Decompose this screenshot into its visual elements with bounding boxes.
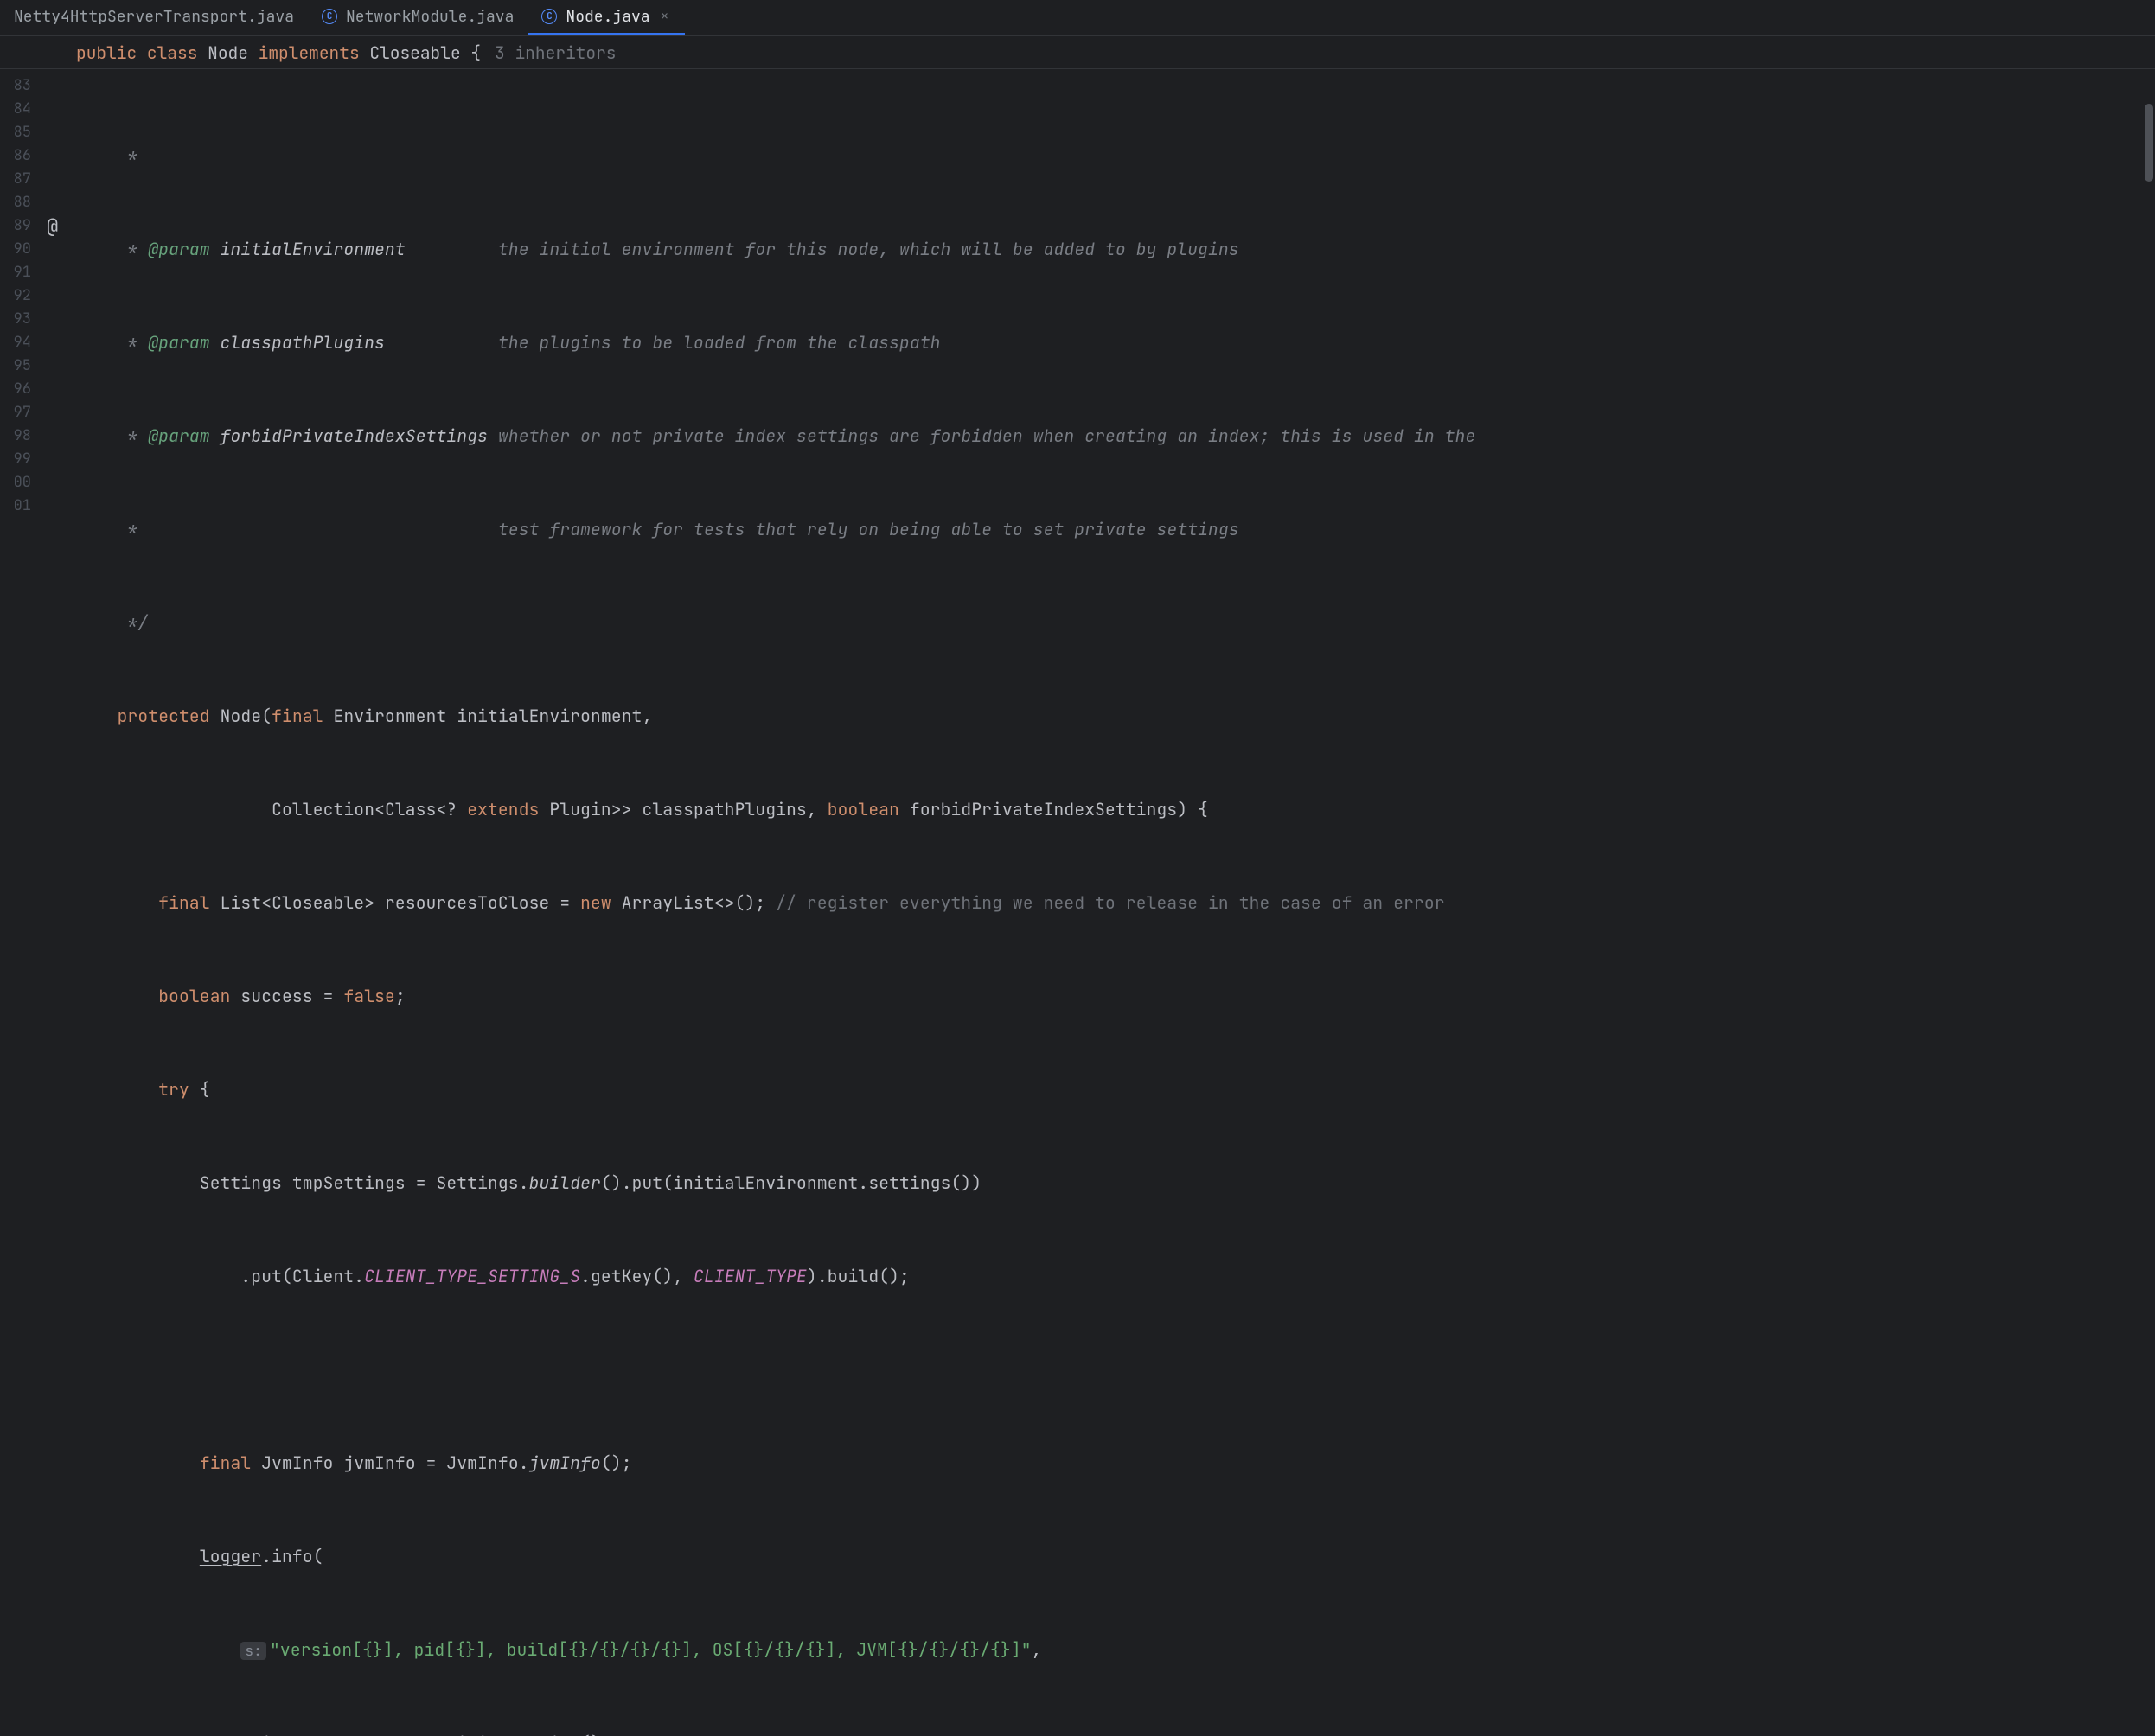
code-line: boolean success = false; xyxy=(76,985,2155,1008)
tab-label: Node.java xyxy=(566,7,649,27)
code-line: * xyxy=(76,144,2155,168)
line-number: 84 xyxy=(0,98,31,121)
line-number: 88 xyxy=(0,191,31,214)
close-icon[interactable]: ✕ xyxy=(659,10,671,22)
line-number: 85 xyxy=(0,121,31,144)
line-number: 98 xyxy=(0,424,31,448)
code-line: */ xyxy=(76,611,2155,635)
tab-label: NetworkModule.java xyxy=(346,7,514,27)
iface-name: Closeable xyxy=(369,41,460,64)
line-number: 90 xyxy=(0,238,31,261)
editor[interactable]: 83848586878889909192939495969798990001 @… xyxy=(0,69,2155,868)
line-number: 96 xyxy=(0,378,31,401)
gutter-icons: @ xyxy=(42,69,76,868)
tab-node[interactable]: C Node.java ✕ xyxy=(528,0,684,35)
tab-bar: Netty4HttpServerTransport.java C Network… xyxy=(0,0,2155,36)
breadcrumb: public class Node implements Closeable {… xyxy=(0,36,2155,69)
line-number: 94 xyxy=(0,331,31,354)
code-line: final JvmInfo jvmInfo = JvmInfo.jvmInfo(… xyxy=(76,1452,2155,1475)
line-number: 87 xyxy=(0,168,31,191)
line-number: 95 xyxy=(0,354,31,378)
code-line: * test framework for tests that rely on … xyxy=(76,518,2155,541)
param-hint: s: xyxy=(240,1642,266,1660)
line-number: 89 xyxy=(0,214,31,238)
code-line: final List<Closeable> resourcesToClose =… xyxy=(76,891,2155,915)
class-name: Node xyxy=(208,41,248,64)
tab-netty[interactable]: Netty4HttpServerTransport.java xyxy=(0,0,308,35)
code-line: .put(Client.CLIENT_TYPE_SETTING_S.getKey… xyxy=(76,1265,2155,1288)
code-line: * @param initialEnvironment the initial … xyxy=(76,238,2155,261)
line-number: 99 xyxy=(0,448,31,471)
brace: { xyxy=(470,41,481,64)
class-icon: C xyxy=(541,9,557,24)
gutter: 83848586878889909192939495969798990001 xyxy=(0,69,42,868)
code-line: s:"version[{}], pid[{}], build[{}/{}/{}/… xyxy=(76,1638,2155,1662)
line-number: 83 xyxy=(0,74,31,98)
code-line: * @param forbidPrivateIndexSettings whet… xyxy=(76,424,2155,448)
code-area[interactable]: * * @param initialEnvironment the initia… xyxy=(76,69,2155,868)
code-line: Collection<Class<? extends Plugin>> clas… xyxy=(76,798,2155,821)
code-line: protected Node(final Environment initial… xyxy=(76,705,2155,728)
line-number: 00 xyxy=(0,471,31,495)
line-number: 93 xyxy=(0,308,31,331)
scrollbar-track[interactable] xyxy=(2143,69,2155,868)
line-number: 01 xyxy=(0,495,31,518)
code-line: try { xyxy=(76,1078,2155,1101)
override-gutter-icon[interactable]: @ xyxy=(47,214,58,238)
code-line xyxy=(76,1358,2155,1382)
code-line: Settings tmpSettings = Settings.builder(… xyxy=(76,1171,2155,1195)
kw-public: public xyxy=(76,41,137,64)
line-number: 97 xyxy=(0,401,31,424)
inheritors-hint[interactable]: 3 inheritors xyxy=(495,41,616,64)
line-number: 91 xyxy=(0,261,31,284)
line-number: 92 xyxy=(0,284,31,308)
scrollbar-thumb[interactable] xyxy=(2145,104,2153,182)
code-line: logger.info( xyxy=(76,1545,2155,1568)
tab-label: Netty4HttpServerTransport.java xyxy=(14,7,294,27)
kw-implements: implements xyxy=(259,41,360,64)
line-number: 86 xyxy=(0,144,31,168)
code-line: Build.CURRENT.getQualifiedVersion(), xyxy=(76,1732,2155,1736)
tab-networkmodule[interactable]: C NetworkModule.java xyxy=(308,0,528,35)
kw-class: class xyxy=(147,41,198,64)
class-icon: C xyxy=(322,9,337,24)
code-line: * @param classpathPlugins the plugins to… xyxy=(76,331,2155,354)
